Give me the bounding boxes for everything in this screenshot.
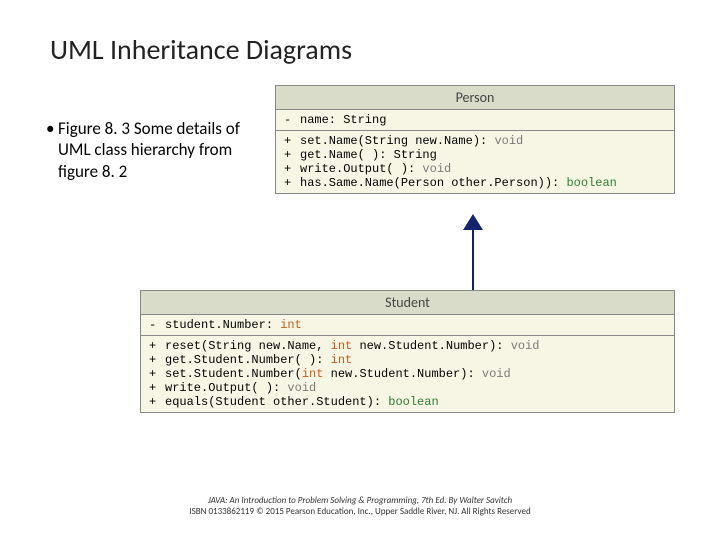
uml-return-type: void <box>511 339 540 353</box>
uml-method-line: + reset(String new.Name, int new.Student… <box>149 339 666 353</box>
uml-attributes: - name: String <box>276 110 674 131</box>
uml-return-type: int <box>331 353 353 367</box>
uml-method-sig: write.Output( ): <box>300 162 422 176</box>
uml-attr-sig: student.Number: <box>165 318 280 332</box>
uml-visibility: - <box>284 113 300 127</box>
uml-method-sig: equals(Student other.Student): <box>165 395 388 409</box>
uml-visibility: + <box>149 395 165 409</box>
uml-visibility: - <box>149 318 165 332</box>
uml-return-type: void <box>494 134 523 148</box>
inheritance-line <box>472 228 474 290</box>
uml-attr-line: - student.Number: int <box>149 318 666 332</box>
uml-return-type: boolean <box>566 176 616 190</box>
uml-visibility: + <box>284 162 300 176</box>
uml-method-line: + set.Name(String new.Name): void <box>284 134 666 148</box>
footer-line2: ISBN 0133862119 © 2015 Pearson Education… <box>0 507 720 518</box>
uml-visibility: + <box>284 148 300 162</box>
uml-method-sig: set.Student.Number( <box>165 367 302 381</box>
uml-attr-line: - name: String <box>284 113 666 127</box>
uml-attributes: - student.Number: int <box>141 315 674 336</box>
uml-method-sig: write.Output( ): <box>165 381 287 395</box>
uml-visibility: + <box>149 339 165 353</box>
uml-method-sig: set.Name(String new.Name): <box>300 134 494 148</box>
uml-methods: + reset(String new.Name, int new.Student… <box>141 336 674 412</box>
uml-method-sig: has.Same.Name(Person other.Person)): <box>300 176 566 190</box>
uml-method-line: + get.Student.Number( ): int <box>149 353 666 367</box>
uml-class-student: Student - student.Number: int + reset(St… <box>140 290 675 413</box>
uml-param-type: int <box>331 339 353 353</box>
uml-attr-sig: name: String <box>300 113 386 127</box>
figure-caption: • Figure 8. 3 Some details of UML class … <box>58 118 248 182</box>
slide: UML Inheritance Diagrams • Figure 8. 3 S… <box>0 0 720 540</box>
uml-visibility: + <box>284 134 300 148</box>
page-title: UML Inheritance Diagrams <box>50 32 352 67</box>
uml-visibility: + <box>149 353 165 367</box>
uml-method-sig2: new.Student.Number): <box>323 367 481 381</box>
bullet-icon: • <box>46 118 54 139</box>
uml-method-sig2: new.Student.Number): <box>352 339 510 353</box>
uml-method-line: + write.Output( ): void <box>284 162 666 176</box>
uml-class-person: Person - name: String + set.Name(String … <box>275 85 675 194</box>
uml-method-line: + get.Name( ): String <box>284 148 666 162</box>
figure-caption-text: Figure 8. 3 Some details of UML class hi… <box>58 118 240 182</box>
uml-param-type: int <box>302 367 324 381</box>
uml-visibility: + <box>149 381 165 395</box>
uml-method-sig: get.Student.Number( ): <box>165 353 331 367</box>
uml-method-line: + has.Same.Name(Person other.Person)): b… <box>284 176 666 190</box>
uml-method-line: + set.Student.Number( int new.Student.Nu… <box>149 367 666 381</box>
uml-return-type: void <box>287 381 316 395</box>
uml-methods: + set.Name(String new.Name): void + get.… <box>276 131 674 193</box>
uml-class-name: Person <box>276 86 674 110</box>
uml-return-type: void <box>422 162 451 176</box>
uml-method-sig: reset(String new.Name, <box>165 339 331 353</box>
uml-method-sig: get.Name( ): String <box>300 148 437 162</box>
uml-class-name: Student <box>141 291 674 315</box>
uml-return-type: boolean <box>388 395 438 409</box>
footer: JAVA: An Introduction to Problem Solving… <box>0 496 720 518</box>
uml-method-line: + equals(Student other.Student): boolean <box>149 395 666 409</box>
uml-return-type: void <box>482 367 511 381</box>
uml-attr-type: int <box>280 318 302 332</box>
uml-visibility: + <box>284 176 300 190</box>
uml-visibility: + <box>149 367 165 381</box>
uml-method-line: + write.Output( ): void <box>149 381 666 395</box>
